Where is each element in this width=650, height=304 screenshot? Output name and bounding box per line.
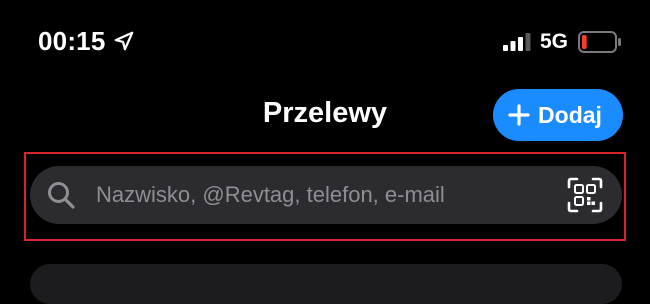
search-bar[interactable] xyxy=(30,166,622,224)
network-type: 5G xyxy=(540,30,569,53)
search-input[interactable] xyxy=(96,166,546,224)
location-arrow-icon xyxy=(114,31,134,51)
signal-bars-icon xyxy=(503,33,531,51)
add-button-label: Dodaj xyxy=(538,101,602,128)
status-time: 00:15 xyxy=(38,26,106,56)
status-bar: 00:15 5G xyxy=(0,0,650,80)
qr-code-scan-icon[interactable] xyxy=(567,177,603,213)
add-button[interactable]: Dodaj xyxy=(493,89,623,141)
plus-icon xyxy=(508,104,530,126)
search-icon xyxy=(48,182,75,209)
battery-low-icon xyxy=(578,31,621,53)
list-item[interactable] xyxy=(30,264,622,304)
